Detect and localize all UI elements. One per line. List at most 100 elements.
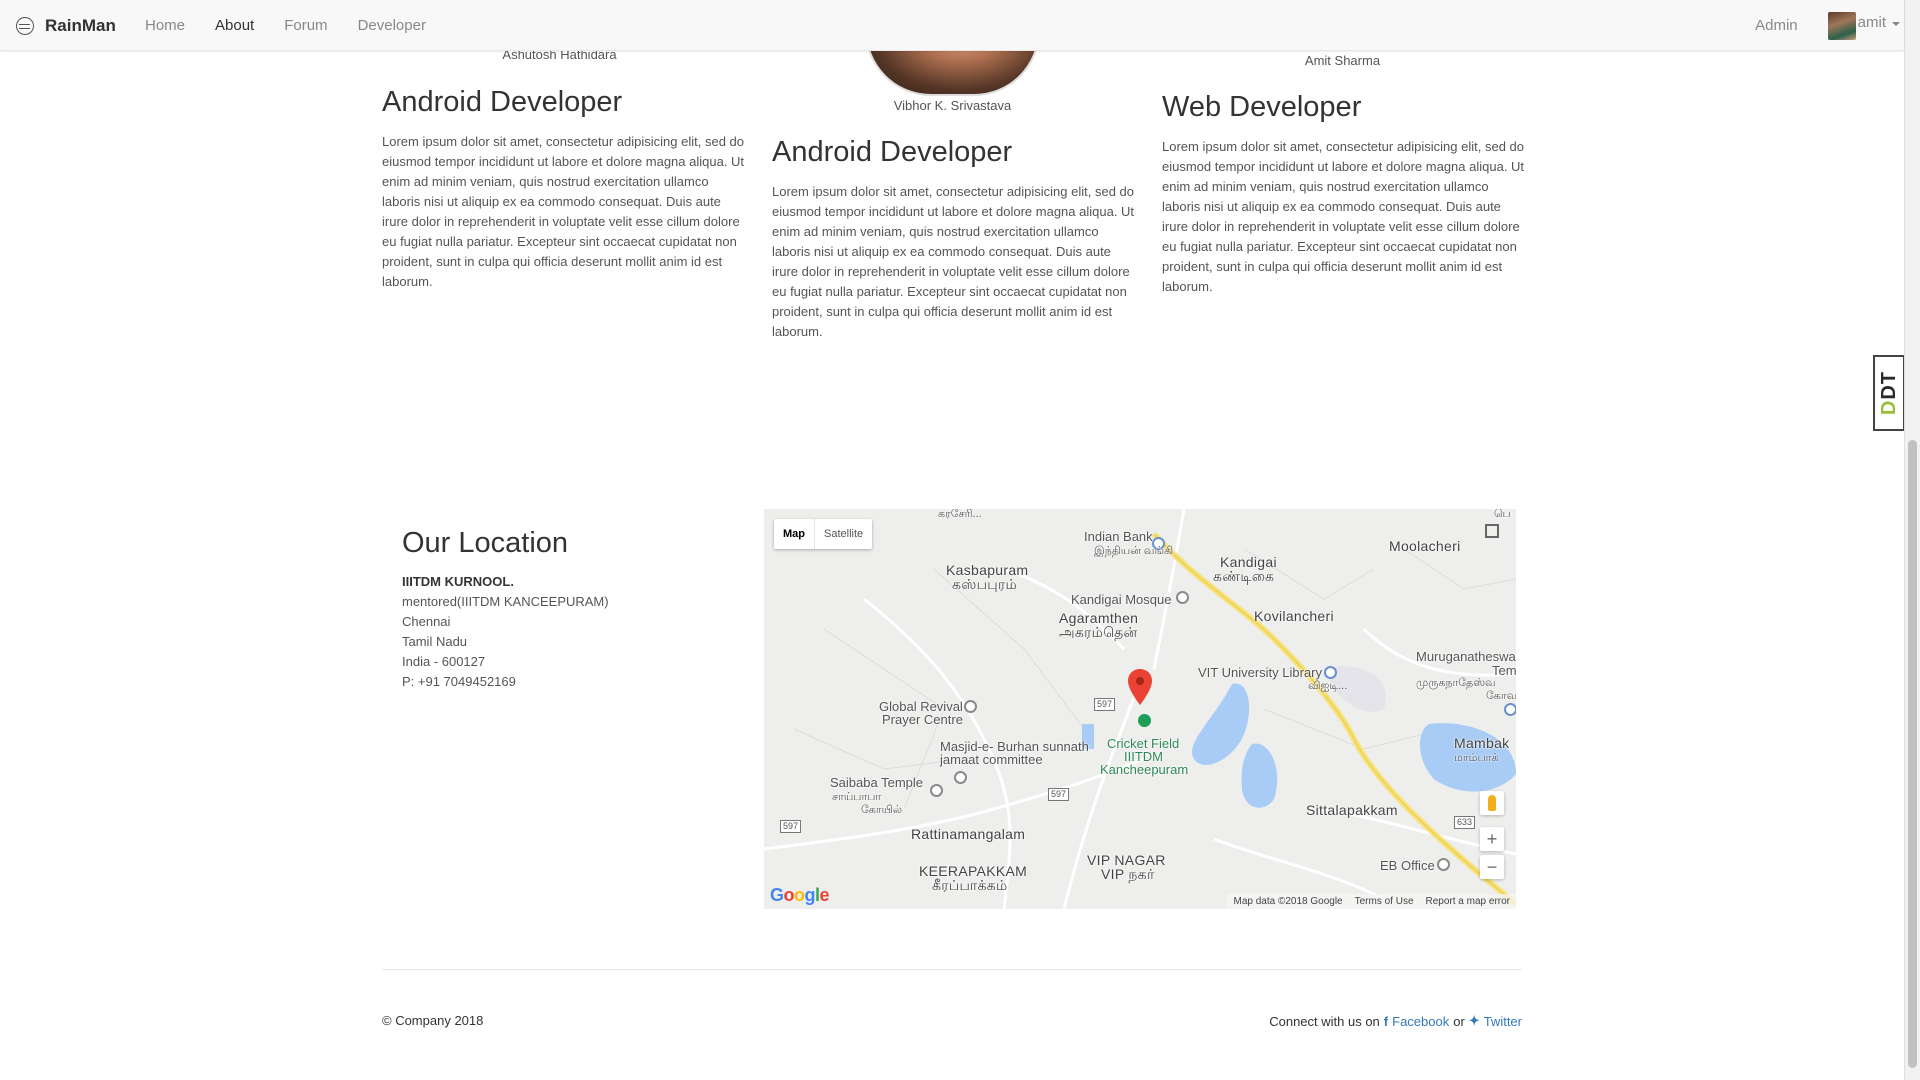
location-org: IIITDM KURNOOL.	[402, 574, 514, 589]
scrollbar[interactable]	[1904, 0, 1920, 1080]
map-label: Prayer Centre	[882, 712, 963, 727]
map-label: கண்டிகை	[1213, 568, 1275, 584]
team-member-bio: Lorem ipsum dolor sit amet, consectetur …	[1162, 138, 1525, 294]
ddt-label: DDT	[1877, 370, 1900, 416]
map-label: VIP நகர்	[1101, 866, 1155, 882]
map-label: jamaat committee	[940, 752, 1043, 767]
terms-link[interactable]: Terms of Use	[1355, 896, 1414, 907]
map-label: Mambak	[1454, 735, 1510, 751]
team-member-role: Android Developer	[382, 86, 623, 118]
nav-right: Admin amit	[1740, 0, 1904, 51]
map-label: Indian Bank	[1084, 529, 1153, 544]
map-label: KEERAPAKKAM	[919, 863, 1028, 879]
nav-link-forum[interactable]: Forum	[269, 0, 342, 51]
connect-label: Connect with us on	[1269, 1013, 1380, 1029]
nav-link-admin[interactable]: Admin	[1740, 17, 1828, 34]
map-label: Tem	[1492, 663, 1516, 678]
road-shield: 633	[1454, 816, 1476, 829]
user-menu[interactable]: amit	[1827, 11, 1904, 40]
facebook-label: Facebook	[1392, 1013, 1450, 1029]
map-label: கோவ	[1486, 690, 1516, 702]
google-map[interactable]: Map Satellite + − கரசேரி... பெ Indian Ba…	[764, 509, 1516, 909]
map-label: Saibaba Temple	[830, 775, 923, 790]
facebook-icon: f	[1383, 1013, 1389, 1029]
map-label: Kovilancheri	[1254, 608, 1334, 624]
team-member-name: Amit Sharma	[1304, 53, 1381, 68]
navbar: RainMan Home About Forum Developer Admin…	[0, 0, 1904, 51]
zoom-out-button[interactable]: −	[1480, 855, 1504, 879]
team-member-name: Vibhor K. Srivastava	[893, 98, 1012, 113]
map-label: கோயில்	[861, 804, 903, 816]
team-member-role: Web Developer	[1162, 91, 1362, 123]
fullscreen-icon[interactable]	[1480, 519, 1504, 543]
team-member-bio: Lorem ipsum dolor sit amet, consectetur …	[772, 183, 1135, 339]
map-label: அகரம்தென்	[1059, 624, 1138, 640]
map-label: கீரப்பாக்கம்	[932, 877, 1008, 893]
map-label: Muruganatheswa	[1416, 649, 1516, 664]
user-name: amit	[1857, 14, 1886, 31]
mosque-icon	[954, 771, 967, 784]
church-icon	[964, 700, 977, 713]
brand-logo-icon	[16, 16, 34, 35]
location-address: IIITDM KURNOOL. mentored(IIITDM KANCEEPU…	[402, 572, 609, 692]
map-label: முருகநாதேஸ்வ	[1416, 677, 1496, 689]
map-type-map-button[interactable]: Map	[774, 519, 815, 549]
map-label: விஐடி...	[1308, 680, 1348, 692]
team-member-card: Web Developer Lorem ipsum dolor sit amet…	[1162, 90, 1527, 297]
map-label: VIT University Library	[1198, 665, 1323, 680]
or-text: or	[1453, 1013, 1465, 1029]
avatar	[1827, 11, 1856, 40]
map-label: VIP NAGAR	[1087, 852, 1166, 868]
nav-link-developer[interactable]: Developer	[343, 0, 441, 51]
map-label: Rattinamangalam	[911, 826, 1026, 842]
address-line: Chennai	[402, 614, 451, 629]
phone-line: P: +91 7049452169	[402, 674, 516, 689]
temple-icon	[1504, 703, 1516, 716]
zoom-in-button[interactable]: +	[1480, 827, 1504, 851]
scrollbar-thumb[interactable]	[1908, 440, 1917, 1068]
report-error-link[interactable]: Report a map error	[1426, 896, 1510, 907]
address-line: Tamil Nadu	[402, 634, 468, 649]
google-logo: Google	[770, 885, 830, 905]
team-member-card: Android Developer Lorem ipsum dolor sit …	[772, 135, 1137, 342]
map-attribution: Map data ©2018 Google Terms of Use Repor…	[1227, 894, 1516, 909]
pegman-icon[interactable]	[1480, 791, 1504, 815]
copyright: © Company 2018	[382, 1013, 484, 1028]
map-label: கரசேரி...	[938, 509, 982, 520]
ddt-toolbar-tab[interactable]: DDT	[1873, 355, 1905, 431]
road-shield: 597	[1094, 698, 1116, 711]
map-label: EB Office	[1380, 858, 1435, 873]
team-member-role: Android Developer	[772, 136, 1013, 168]
map-label: Kasbapuram	[946, 562, 1029, 578]
facebook-link[interactable]: f Facebook	[1384, 1014, 1449, 1029]
road-shield: 597	[780, 820, 802, 833]
map-label: பெ	[1494, 509, 1511, 520]
road-shield: 597	[1048, 788, 1070, 801]
map-label: Sittalapakkam	[1306, 802, 1398, 818]
address-line: India - 600127	[402, 654, 486, 669]
map-label: கஸ்பபுரம்	[952, 576, 1018, 592]
map-label: Kandigai Mosque	[1071, 592, 1172, 607]
map-label: மாம்பாக்	[1454, 752, 1499, 764]
library-icon	[1324, 666, 1337, 679]
mosque-icon	[1176, 591, 1189, 604]
map-type-satellite-button[interactable]: Satellite	[815, 519, 872, 549]
nav-link-home[interactable]: Home	[130, 0, 200, 51]
brand[interactable]: RainMan	[16, 0, 116, 51]
location-pin-icon[interactable]	[1128, 669, 1152, 705]
address-line: mentored(IIITDM KANCEEPURAM)	[402, 594, 609, 609]
map-label: சாய்பாபா	[832, 791, 882, 803]
brand-name: RainMan	[45, 15, 116, 35]
park-icon	[1138, 714, 1151, 727]
map-type-toggle: Map Satellite	[774, 519, 873, 549]
nav-links: Home About Forum Developer	[130, 0, 441, 51]
team-member-bio: Lorem ipsum dolor sit amet, consectetur …	[382, 133, 745, 289]
nav-link-about[interactable]: About	[200, 0, 269, 51]
location-title: Our Location	[402, 527, 569, 559]
office-icon	[1437, 858, 1450, 871]
map-label: Kandigai	[1220, 554, 1277, 570]
map-data-text: Map data ©2018 Google	[1233, 896, 1343, 907]
map-label: Kancheepuram	[1100, 762, 1189, 777]
twitter-link[interactable]: ✦ Twitter	[1469, 1013, 1522, 1029]
map-roads	[764, 509, 1516, 909]
